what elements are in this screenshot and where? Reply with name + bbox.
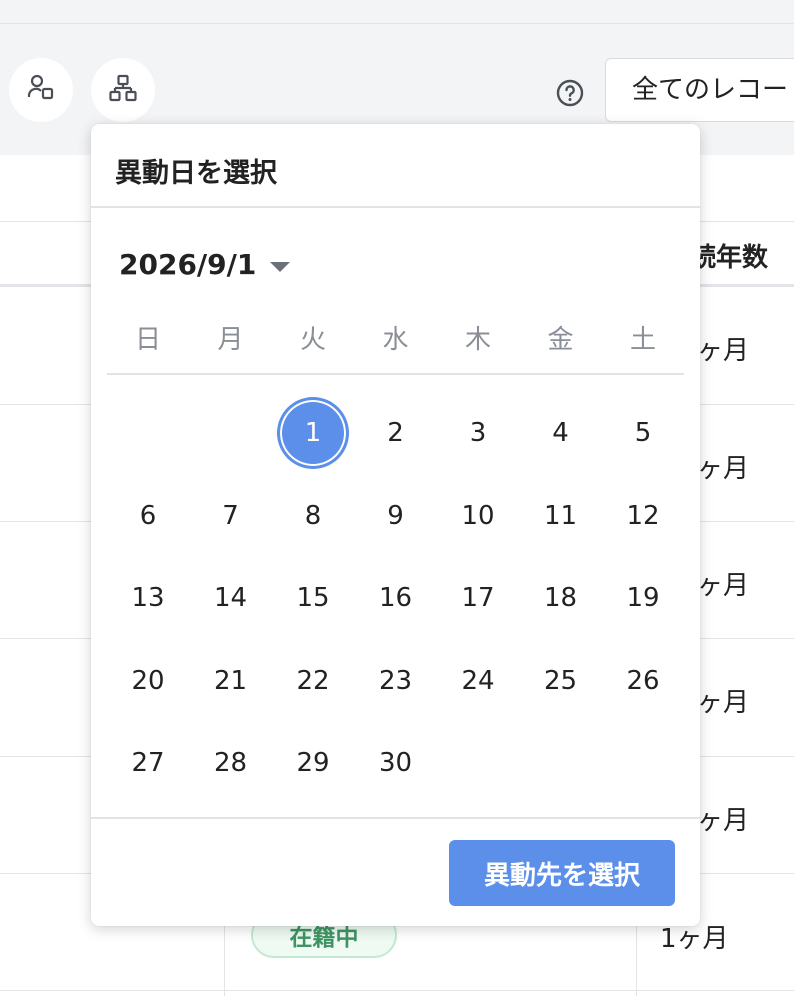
weekday-label: 土 — [629, 325, 656, 355]
popover-divider — [91, 206, 700, 208]
org-chart-icon — [108, 73, 138, 107]
calendar-day[interactable]: 19 — [608, 563, 678, 633]
popover-footer-divider — [91, 817, 700, 819]
tenure-cell: ヶ月 — [697, 454, 750, 484]
calendar-day[interactable]: 21 — [196, 646, 266, 716]
page: 全てのレコー 続年数 ヶ月 ヶ月 ヶ月 ヶ月 ヶ月 1ヶ月 在籍中 異動日を選択… — [0, 0, 794, 996]
table-column-divider — [224, 926, 225, 996]
calendar-day[interactable]: 23 — [361, 646, 431, 716]
help-icon[interactable] — [554, 77, 586, 109]
user-assign-button[interactable] — [9, 58, 73, 122]
calendar-day[interactable]: 27 — [113, 728, 183, 798]
chevron-down-icon — [270, 261, 291, 272]
calendar-day[interactable]: 6 — [113, 481, 183, 551]
table-row-divider — [0, 990, 794, 991]
weekday-label: 火 — [299, 325, 326, 355]
calendar-day[interactable]: 15 — [278, 563, 348, 633]
calendar-day[interactable]: 10 — [443, 481, 513, 551]
calendar-day[interactable]: 2 — [361, 398, 431, 468]
calendar-day[interactable]: 28 — [196, 728, 266, 798]
calendar-day[interactable]: 17 — [443, 563, 513, 633]
calendar-day[interactable]: 12 — [608, 481, 678, 551]
month-picker[interactable]: 2026/9/1 — [119, 248, 291, 281]
calendar-day[interactable]: 11 — [526, 481, 596, 551]
calendar-day[interactable]: 24 — [443, 646, 513, 716]
calendar-day[interactable]: 5 — [608, 398, 678, 468]
calendar-day[interactable]: 13 — [113, 563, 183, 633]
select-destination-button[interactable]: 異動先を選択 — [449, 840, 675, 906]
toolbar-divider — [0, 23, 794, 24]
tenure-cell: ヶ月 — [697, 688, 750, 718]
org-chart-button[interactable] — [91, 58, 155, 122]
calendar-day[interactable]: 3 — [443, 398, 513, 468]
calendar-day[interactable]: 20 — [113, 646, 183, 716]
weekday-label: 金 — [547, 325, 574, 355]
calendar-day[interactable]: 22 — [278, 646, 348, 716]
transfer-date-popover: 異動日を選択 2026/9/1 日月火水木金土 1 2 3 4 5 6 7 8 9 10 11 12 1… — [91, 124, 700, 926]
record-filter-select[interactable]: 全てのレコー — [605, 58, 794, 122]
table-column-divider — [636, 926, 637, 996]
record-filter-value: 全てのレコー — [632, 75, 789, 105]
calendar-day[interactable]: 16 — [361, 563, 431, 633]
calendar-day[interactable]: 25 — [526, 646, 596, 716]
weekday-divider — [107, 373, 684, 375]
calendar-day-selected[interactable]: 1 — [278, 398, 348, 468]
weekday-label: 木 — [464, 325, 491, 355]
popover-title: 異動日を選択 — [115, 158, 277, 189]
calendar-day[interactable]: 7 — [196, 481, 266, 551]
calendar-day[interactable]: 4 — [526, 398, 596, 468]
calendar-day[interactable]: 14 — [196, 563, 266, 633]
tenure-cell: ヶ月 — [697, 806, 750, 836]
calendar-day[interactable]: 18 — [526, 563, 596, 633]
tenure-cell: ヶ月 — [697, 571, 750, 601]
calendar-day[interactable]: 26 — [608, 646, 678, 716]
weekday-header: 日月火水木金土 — [107, 319, 683, 359]
weekday-label: 月 — [217, 325, 244, 355]
calendar-day[interactable]: 29 — [278, 728, 348, 798]
weekday-label: 日 — [134, 325, 161, 355]
calendar-day[interactable]: 30 — [361, 728, 431, 798]
calendar-day[interactable]: 9 — [361, 481, 431, 551]
column-header-tenure: 続年数 — [690, 243, 769, 273]
calendar-day[interactable]: 8 — [278, 481, 348, 551]
selected-date-label: 2026/9/1 — [119, 248, 257, 281]
user-assign-icon — [26, 73, 56, 107]
weekday-label: 水 — [382, 325, 409, 355]
tenure-cell: ヶ月 — [697, 336, 750, 366]
